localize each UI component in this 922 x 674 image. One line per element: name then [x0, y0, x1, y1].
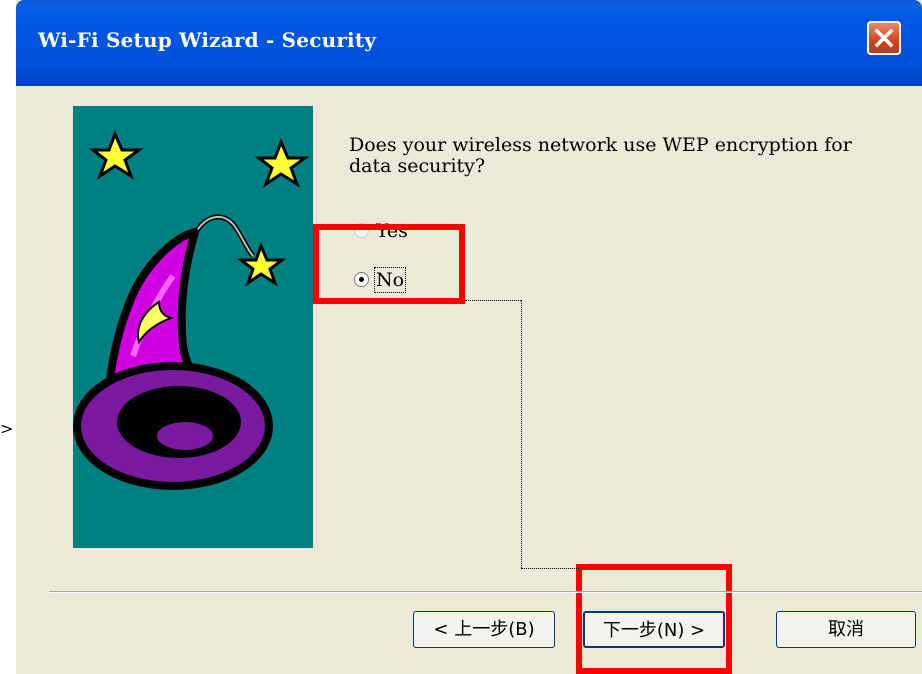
cancel-button[interactable]: 取消 [776, 611, 916, 648]
annotation-connector [465, 300, 521, 301]
wizard-dialog: Wi-Fi Setup Wizard - Security Does your … [16, 0, 922, 674]
star-icon [254, 138, 310, 188]
annotation-highlight [313, 224, 465, 304]
annotation-connector [521, 568, 579, 569]
window-title: Wi-Fi Setup Wizard - Security [38, 28, 377, 52]
arrow-indicator-icon: > [0, 419, 14, 438]
separator-line [49, 591, 922, 593]
annotation-connector [521, 300, 522, 568]
star-icon [88, 130, 144, 180]
close-icon [874, 28, 894, 48]
wizard-illustration [73, 106, 313, 548]
back-button[interactable]: < 上一步(B) [413, 611, 555, 648]
question-text: Does your wireless network use WEP encry… [349, 134, 852, 177]
title-bar[interactable]: Wi-Fi Setup Wizard - Security [16, 0, 922, 86]
close-button[interactable] [867, 21, 901, 55]
next-button[interactable]: 下一步(N) > [583, 611, 725, 648]
